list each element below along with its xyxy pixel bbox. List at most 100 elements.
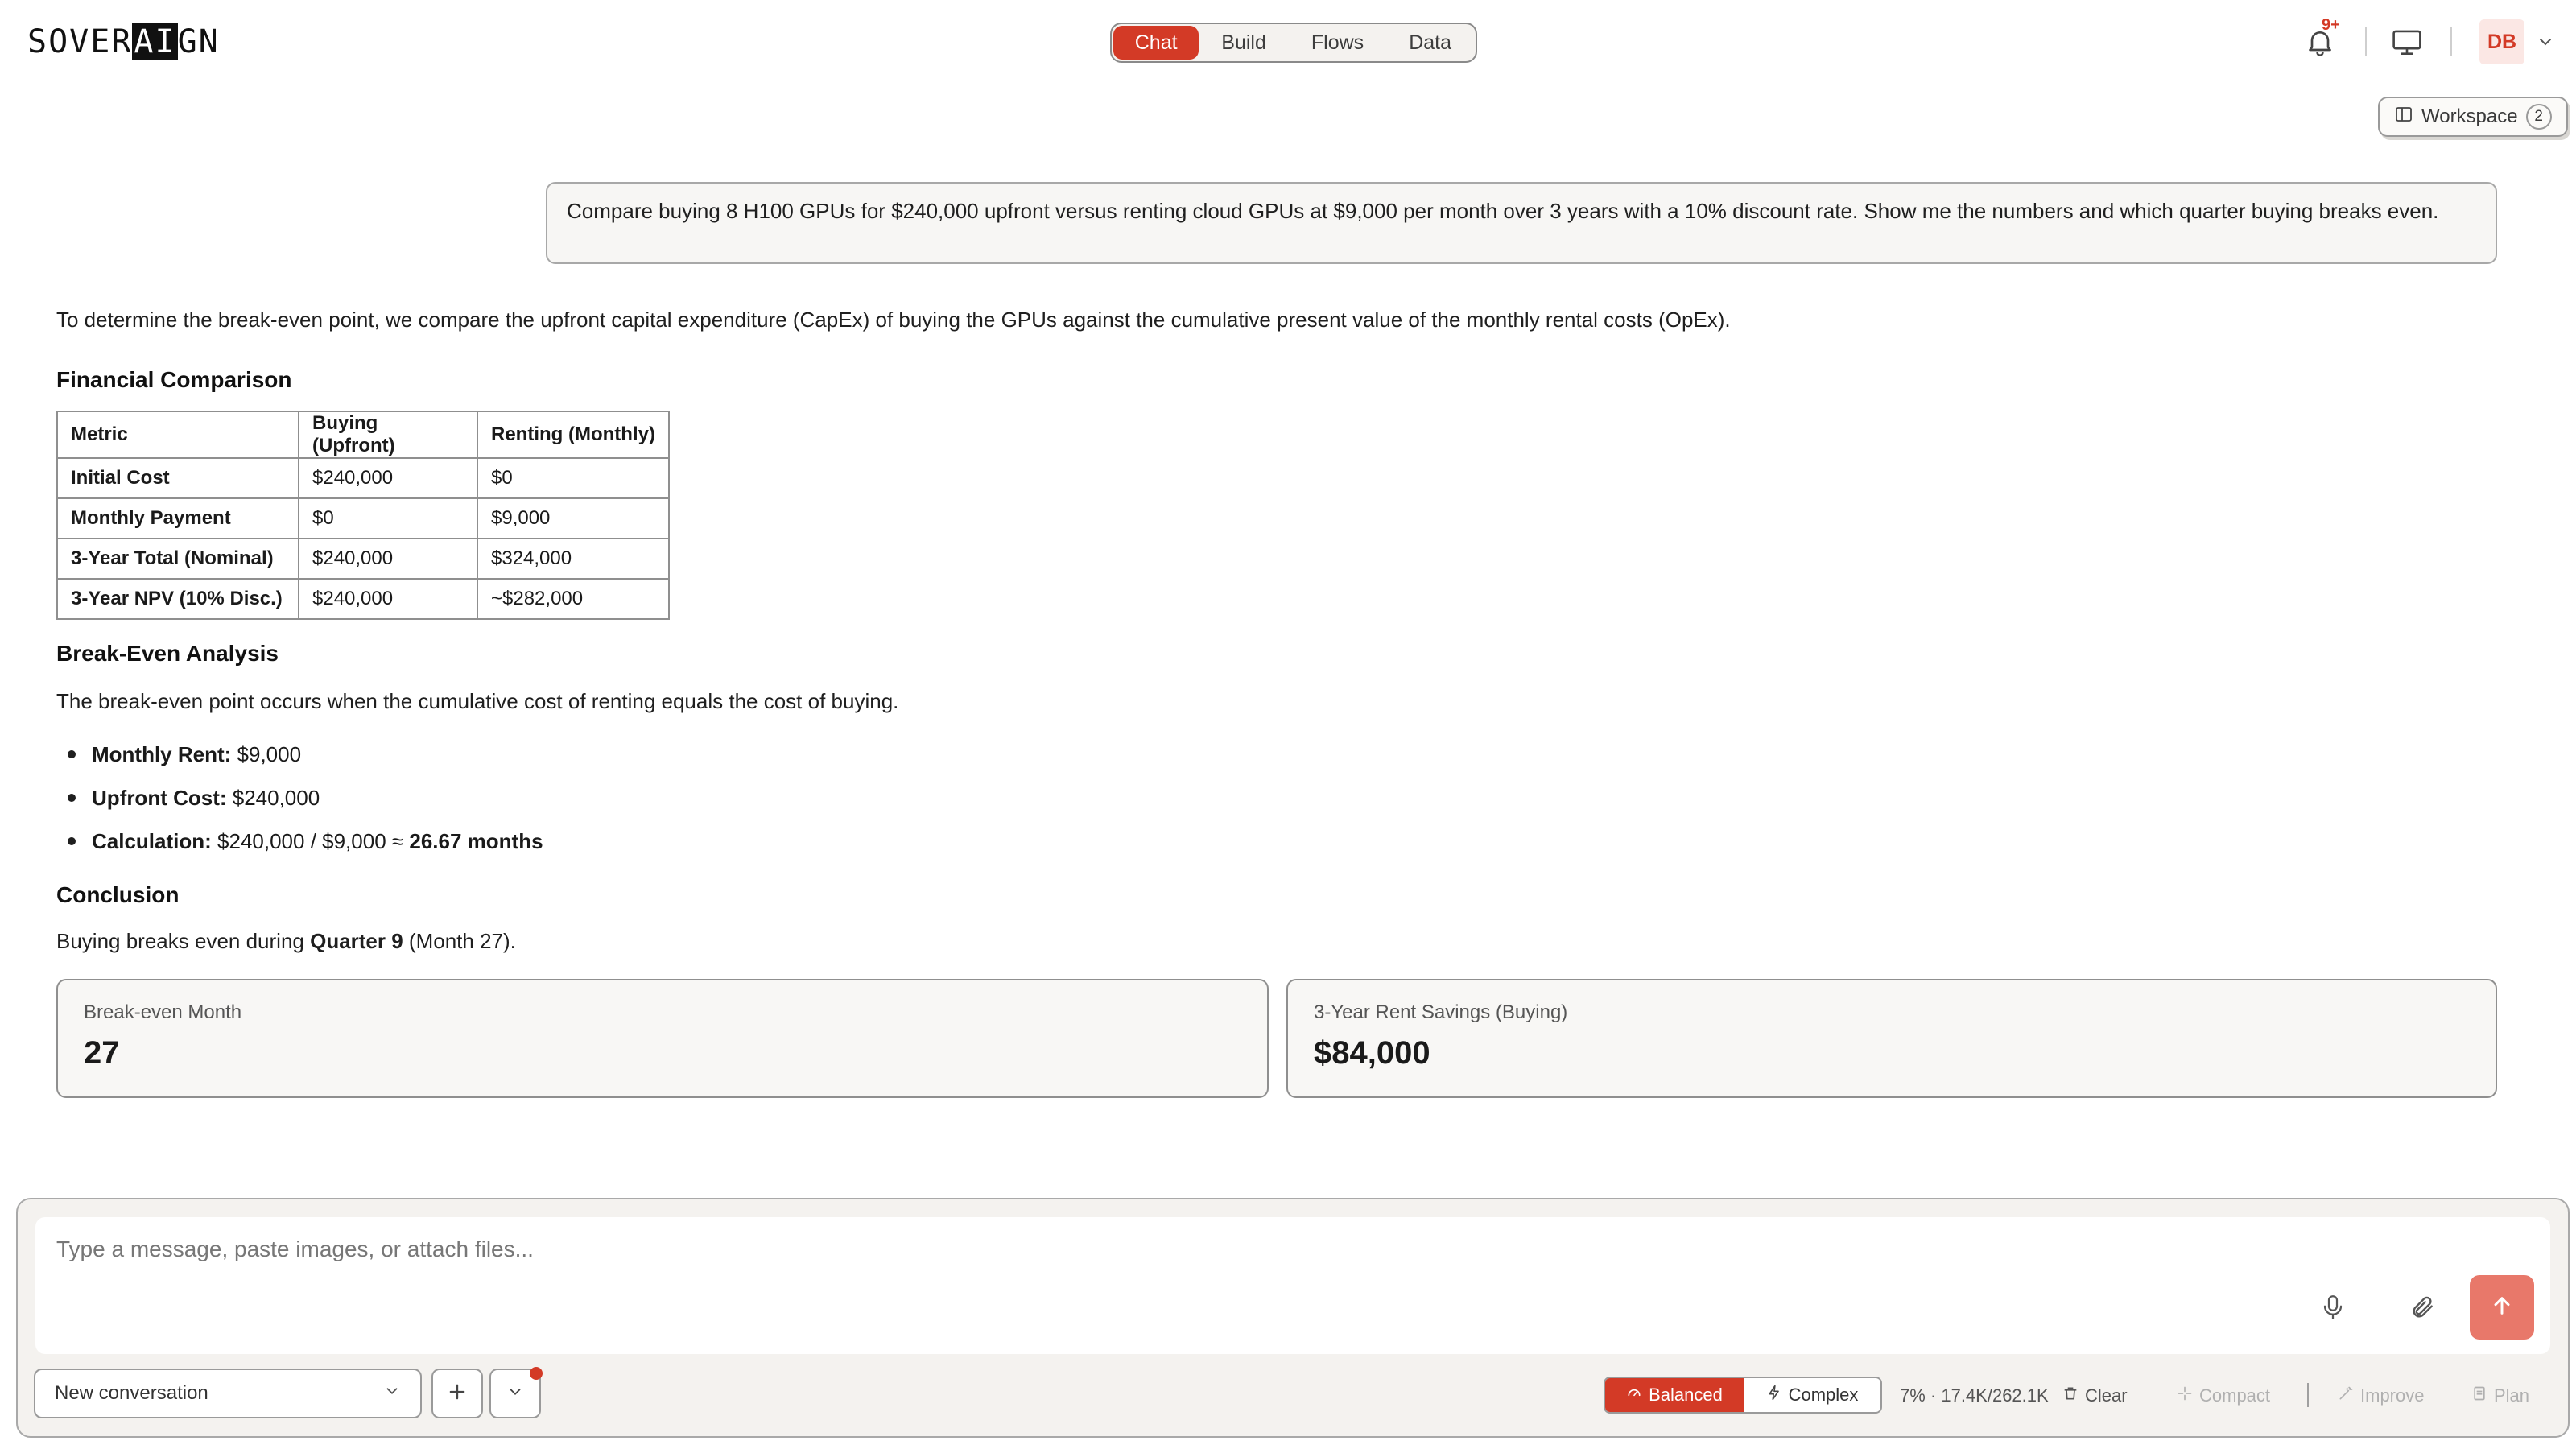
mode-balanced-button[interactable]: Balanced [1605, 1378, 1744, 1412]
list-item: Monthly Rent: $9,000 [56, 733, 543, 776]
conversation-select-value: New conversation [55, 1382, 208, 1404]
clear-label: Clear [2085, 1385, 2128, 1406]
table-header-row: Metric Buying (Upfront) Renting (Monthly… [56, 411, 670, 459]
list-item-value: $240,000 / $9,000 ≈ [211, 828, 410, 853]
list-item-value: $240,000 [226, 785, 320, 810]
paperclip-icon[interactable] [2405, 1290, 2441, 1325]
divider [2307, 1383, 2309, 1407]
user-message: Compare buying 8 H100 GPUs for $240,000 … [546, 182, 2497, 264]
bullet [68, 750, 76, 758]
sparkle-icon [2177, 1385, 2193, 1406]
table-cell: $240,000 [298, 457, 478, 499]
send-button[interactable] [2470, 1275, 2534, 1340]
bolt-icon [1766, 1385, 1782, 1406]
list-item-label: Calculation: [92, 828, 212, 853]
divider [2450, 27, 2452, 56]
status-dot [530, 1367, 543, 1380]
improve-button[interactable]: Improve [2338, 1380, 2424, 1412]
list-item-label: Upfront Cost: [92, 785, 227, 810]
conclusion-heading: Conclusion [56, 882, 180, 907]
workspace-button[interactable]: Workspace 2 [2378, 97, 2568, 137]
message-input[interactable] [35, 1217, 2550, 1354]
plan-label: Plan [2494, 1385, 2530, 1406]
table-cell: Monthly Payment [56, 497, 299, 539]
table-cell: $240,000 [298, 578, 478, 620]
workspace-count: 2 [2525, 104, 2552, 130]
table-cell: $0 [477, 457, 670, 499]
gauge-icon [1626, 1385, 1642, 1406]
mode-complex-label: Complex [1788, 1385, 1859, 1405]
clear-button[interactable]: Clear [2062, 1380, 2128, 1412]
wand-icon [2338, 1385, 2354, 1406]
logo-text-right: GN [177, 23, 220, 60]
list-item-label: Monthly Rent: [92, 741, 232, 766]
sovereign-logo[interactable]: SOVER AI GN [27, 21, 220, 63]
conversation-select[interactable]: New conversation [34, 1368, 422, 1418]
table-cell: 3-Year NPV (10% Disc.) [56, 578, 299, 620]
avatar[interactable]: DB [2479, 19, 2524, 64]
response-intro: To determine the break-even point, we co… [56, 308, 1731, 332]
bullet [68, 837, 76, 845]
financial-comparison-heading: Financial Comparison [56, 367, 292, 392]
metric-card-label: 3-Year Rent Savings (Buying) [1314, 1001, 1568, 1023]
financial-comparison-table: Metric Buying (Upfront) Renting (Monthly… [56, 411, 670, 620]
tab-build[interactable]: Build [1199, 26, 1289, 60]
microphone-icon[interactable] [2315, 1290, 2351, 1325]
table-row: 3-Year Total (Nominal) $240,000 $324,000 [56, 538, 670, 580]
break-even-heading: Break-Even Analysis [56, 641, 279, 666]
mode-toggle: Balanced Complex [1604, 1377, 1882, 1414]
table-header: Buying (Upfront) [298, 411, 478, 459]
table-header: Metric [56, 411, 299, 459]
conclusion-post: (Month 27). [402, 929, 516, 953]
table-row: Initial Cost $240,000 $0 [56, 457, 670, 499]
tab-data[interactable]: Data [1386, 26, 1474, 60]
break-even-list: Monthly Rent: $9,000 Upfront Cost: $240,… [56, 733, 543, 863]
monitor-icon[interactable] [2391, 27, 2423, 56]
table-cell: $240,000 [298, 538, 478, 580]
token-usage-stats: 7% · 17.4K/262.1K [1900, 1380, 2049, 1412]
metric-card-value: $84,000 [1314, 1035, 1430, 1071]
chevron-down-icon [383, 1382, 401, 1406]
chevron-down-icon [506, 1383, 524, 1405]
table-cell: $9,000 [477, 497, 670, 539]
table-cell: $0 [298, 497, 478, 539]
plus-icon [446, 1381, 469, 1407]
conclusion-bold: Quarter 9 [310, 929, 403, 953]
compact-label: Compact [2199, 1385, 2271, 1406]
workspace-label: Workspace [2421, 105, 2518, 127]
bullet [68, 794, 76, 802]
list-item: Upfront Cost: $240,000 [56, 776, 543, 819]
table-row: Monthly Payment $0 $9,000 [56, 497, 670, 539]
tab-flows[interactable]: Flows [1289, 26, 1386, 60]
table-cell: $324,000 [477, 538, 670, 580]
trash-icon [2062, 1385, 2079, 1406]
mode-complex-button[interactable]: Complex [1744, 1378, 1880, 1412]
panel-icon [2394, 105, 2413, 130]
metric-card-value: 27 [84, 1035, 120, 1071]
table-cell: Initial Cost [56, 457, 299, 499]
list-item-value: $9,000 [231, 741, 302, 766]
new-conversation-button[interactable] [431, 1368, 483, 1418]
divider [2365, 27, 2367, 56]
table-header: Renting (Monthly) [477, 411, 670, 459]
list-item: Calculation: $240,000 / $9,000 ≈ 26.67 m… [56, 819, 543, 863]
improve-label: Improve [2360, 1385, 2425, 1406]
metric-card-rent-savings: 3-Year Rent Savings (Buying) $84,000 [1286, 979, 2497, 1098]
metric-card-label: Break-even Month [84, 1001, 242, 1023]
document-icon [2471, 1385, 2487, 1406]
arrow-up-icon [2489, 1293, 2515, 1323]
top-bar: SOVER AI GN Chat Build Flows Data 9+ DB [0, 0, 2576, 84]
list-item-emphasis: 26.67 months [409, 828, 543, 853]
tab-chat[interactable]: Chat [1113, 26, 1199, 60]
table-row: 3-Year NPV (10% Disc.) $240,000 ~$282,00… [56, 578, 670, 620]
table-cell: ~$282,000 [477, 578, 670, 620]
notification-badge: 9+ [2322, 16, 2340, 34]
plan-button[interactable]: Plan [2471, 1380, 2529, 1412]
logo-text-invert: AI [132, 23, 178, 60]
chevron-down-icon[interactable] [2536, 32, 2555, 52]
compact-button[interactable]: Compact [2177, 1380, 2270, 1412]
logo-text-left: SOVER [27, 23, 133, 60]
conclusion-text: Buying breaks even during Quarter 9 (Mon… [56, 929, 516, 954]
token-usage-text: 7% · 17.4K/262.1K [1900, 1385, 2049, 1406]
conclusion-pre: Buying breaks even during [56, 929, 311, 953]
